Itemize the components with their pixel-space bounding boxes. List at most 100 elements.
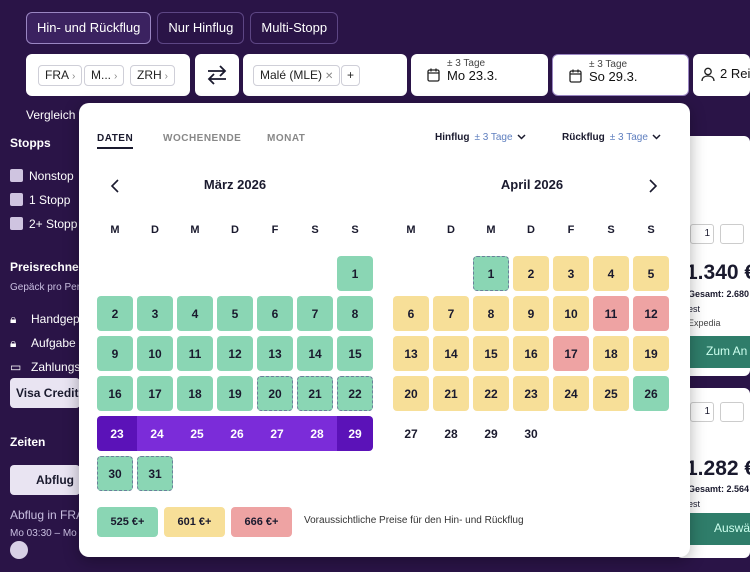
april-day-18[interactable]: 18	[593, 336, 629, 371]
tab-weekend[interactable]: WOCHENENDE	[163, 133, 241, 144]
march-day-16[interactable]: 16	[97, 376, 133, 411]
tab-multi-stop[interactable]: Multi-Stopp	[250, 12, 339, 44]
april-day-25[interactable]: 25	[593, 376, 629, 411]
april-day-26[interactable]: 26	[633, 376, 669, 411]
march-day-25[interactable]: 25	[177, 416, 217, 451]
april-day-17[interactable]: 17	[553, 336, 589, 371]
depart-time-button[interactable]: Abflug	[10, 465, 80, 495]
march-day-20[interactable]: 20	[257, 376, 293, 411]
march-day-22[interactable]: 22	[337, 376, 373, 411]
month-title-march: März 2026	[203, 177, 267, 192]
april-day-11[interactable]: 11	[593, 296, 629, 331]
april-day-6[interactable]: 6	[393, 296, 429, 331]
swap-button[interactable]	[195, 54, 239, 96]
add-destination-button[interactable]: +	[341, 65, 361, 86]
close-icon[interactable]: ✕	[325, 71, 333, 82]
april-day-2[interactable]: 2	[513, 256, 549, 291]
april-day-16[interactable]: 16	[513, 336, 549, 371]
april-day-14[interactable]: 14	[433, 336, 469, 371]
april-day-30[interactable]: 30	[513, 416, 549, 451]
origin-chip[interactable]: FRA ›	[38, 65, 83, 86]
april-day-28[interactable]: 28	[433, 416, 469, 451]
checkbox[interactable]	[10, 193, 23, 206]
march-day-30[interactable]: 30	[97, 456, 133, 491]
card-select[interactable]: Visa Credit	[10, 378, 80, 408]
april-day-23[interactable]: 23	[513, 376, 549, 411]
origin-field[interactable]: FRA › M... › ZRH ›	[26, 54, 190, 96]
return-flex-select[interactable]: Rückflug ± 3 Tage	[562, 132, 661, 143]
march-day-18[interactable]: 18	[177, 376, 213, 411]
march-day-5[interactable]: 5	[217, 296, 253, 331]
april-day-19[interactable]: 19	[633, 336, 669, 371]
compare-label: Vergleich	[26, 108, 76, 122]
april-day-4[interactable]: 4	[593, 256, 629, 291]
march-day-9[interactable]: 9	[97, 336, 133, 371]
march-day-10[interactable]: 10	[137, 336, 173, 371]
march-day-7[interactable]: 7	[297, 296, 333, 331]
checkbox[interactable]	[10, 217, 23, 230]
march-day-19[interactable]: 19	[217, 376, 253, 411]
origin-chip[interactable]: ZRH ›	[130, 65, 176, 86]
march-day-11[interactable]: 11	[177, 336, 213, 371]
april-day-7[interactable]: 7	[433, 296, 469, 331]
march-day-12[interactable]: 12	[217, 336, 253, 371]
bag-option: Aufgabe	[31, 336, 76, 350]
march-day-28[interactable]: 28	[297, 416, 337, 451]
march-day-29[interactable]: 29	[337, 416, 373, 451]
payment-option: Zahlungs	[31, 360, 81, 374]
april-weekday-label: M	[406, 224, 416, 236]
destination-field[interactable]: Malé (MLE) ✕ +	[243, 54, 407, 96]
march-day-3[interactable]: 3	[137, 296, 173, 331]
march-day-26[interactable]: 26	[217, 416, 257, 451]
april-day-9[interactable]: 9	[513, 296, 549, 331]
march-day-6[interactable]: 6	[257, 296, 293, 331]
depart-date-field[interactable]: ± 3 Tage Mo 23.3.	[411, 54, 548, 96]
march-day-31[interactable]: 31	[137, 456, 173, 491]
legend-low-price: 525 €+	[97, 507, 158, 537]
origin-chip[interactable]: M... ›	[84, 65, 125, 86]
stops-title: Stopps	[10, 136, 51, 150]
march-day-17[interactable]: 17	[137, 376, 173, 411]
stop-option: 1 Stopp	[29, 193, 71, 207]
april-day-5[interactable]: 5	[633, 256, 669, 291]
march-day-4[interactable]: 4	[177, 296, 213, 331]
march-weekday-label: D	[151, 224, 159, 236]
chevron-left-icon[interactable]	[108, 178, 124, 194]
april-day-12[interactable]: 12	[633, 296, 669, 331]
march-day-1[interactable]: 1	[337, 256, 373, 291]
april-day-22[interactable]: 22	[473, 376, 509, 411]
april-day-15[interactable]: 15	[473, 336, 509, 371]
month-title-april: April 2026	[500, 177, 564, 192]
april-day-10[interactable]: 10	[553, 296, 589, 331]
march-day-13[interactable]: 13	[257, 336, 293, 371]
tab-one-way[interactable]: Nur Hinflug	[157, 12, 245, 44]
april-day-27[interactable]: 27	[393, 416, 429, 451]
april-day-8[interactable]: 8	[473, 296, 509, 331]
april-day-13[interactable]: 13	[393, 336, 429, 371]
bag-icon: 1	[690, 224, 714, 244]
april-day-29[interactable]: 29	[473, 416, 509, 451]
travelers-field[interactable]: 2 Rei	[693, 54, 750, 96]
destination-chip[interactable]: Malé (MLE) ✕	[253, 65, 341, 86]
march-day-14[interactable]: 14	[297, 336, 333, 371]
time-slider-handle[interactable]	[10, 541, 28, 559]
march-day-2[interactable]: 2	[97, 296, 133, 331]
return-date-field[interactable]: ± 3 Tage So 29.3.	[552, 54, 689, 96]
tab-round-trip[interactable]: Hin- und Rückflug	[26, 12, 152, 44]
tab-month[interactable]: MONAT	[267, 133, 305, 144]
march-day-8[interactable]: 8	[337, 296, 373, 331]
tab-dates[interactable]: DATEN	[97, 133, 134, 149]
april-day-24[interactable]: 24	[553, 376, 589, 411]
march-day-27[interactable]: 27	[257, 416, 297, 451]
march-day-23[interactable]: 23	[97, 416, 137, 451]
april-day-20[interactable]: 20	[393, 376, 429, 411]
april-day-3[interactable]: 3	[553, 256, 589, 291]
march-day-15[interactable]: 15	[337, 336, 373, 371]
april-day-1[interactable]: 1	[473, 256, 509, 291]
chevron-right-icon[interactable]	[644, 178, 660, 194]
april-day-21[interactable]: 21	[433, 376, 469, 411]
outbound-flex-select[interactable]: Hinflug ± 3 Tage	[435, 132, 526, 143]
checkbox[interactable]	[10, 169, 23, 182]
march-day-21[interactable]: 21	[297, 376, 333, 411]
march-day-24[interactable]: 24	[137, 416, 177, 451]
